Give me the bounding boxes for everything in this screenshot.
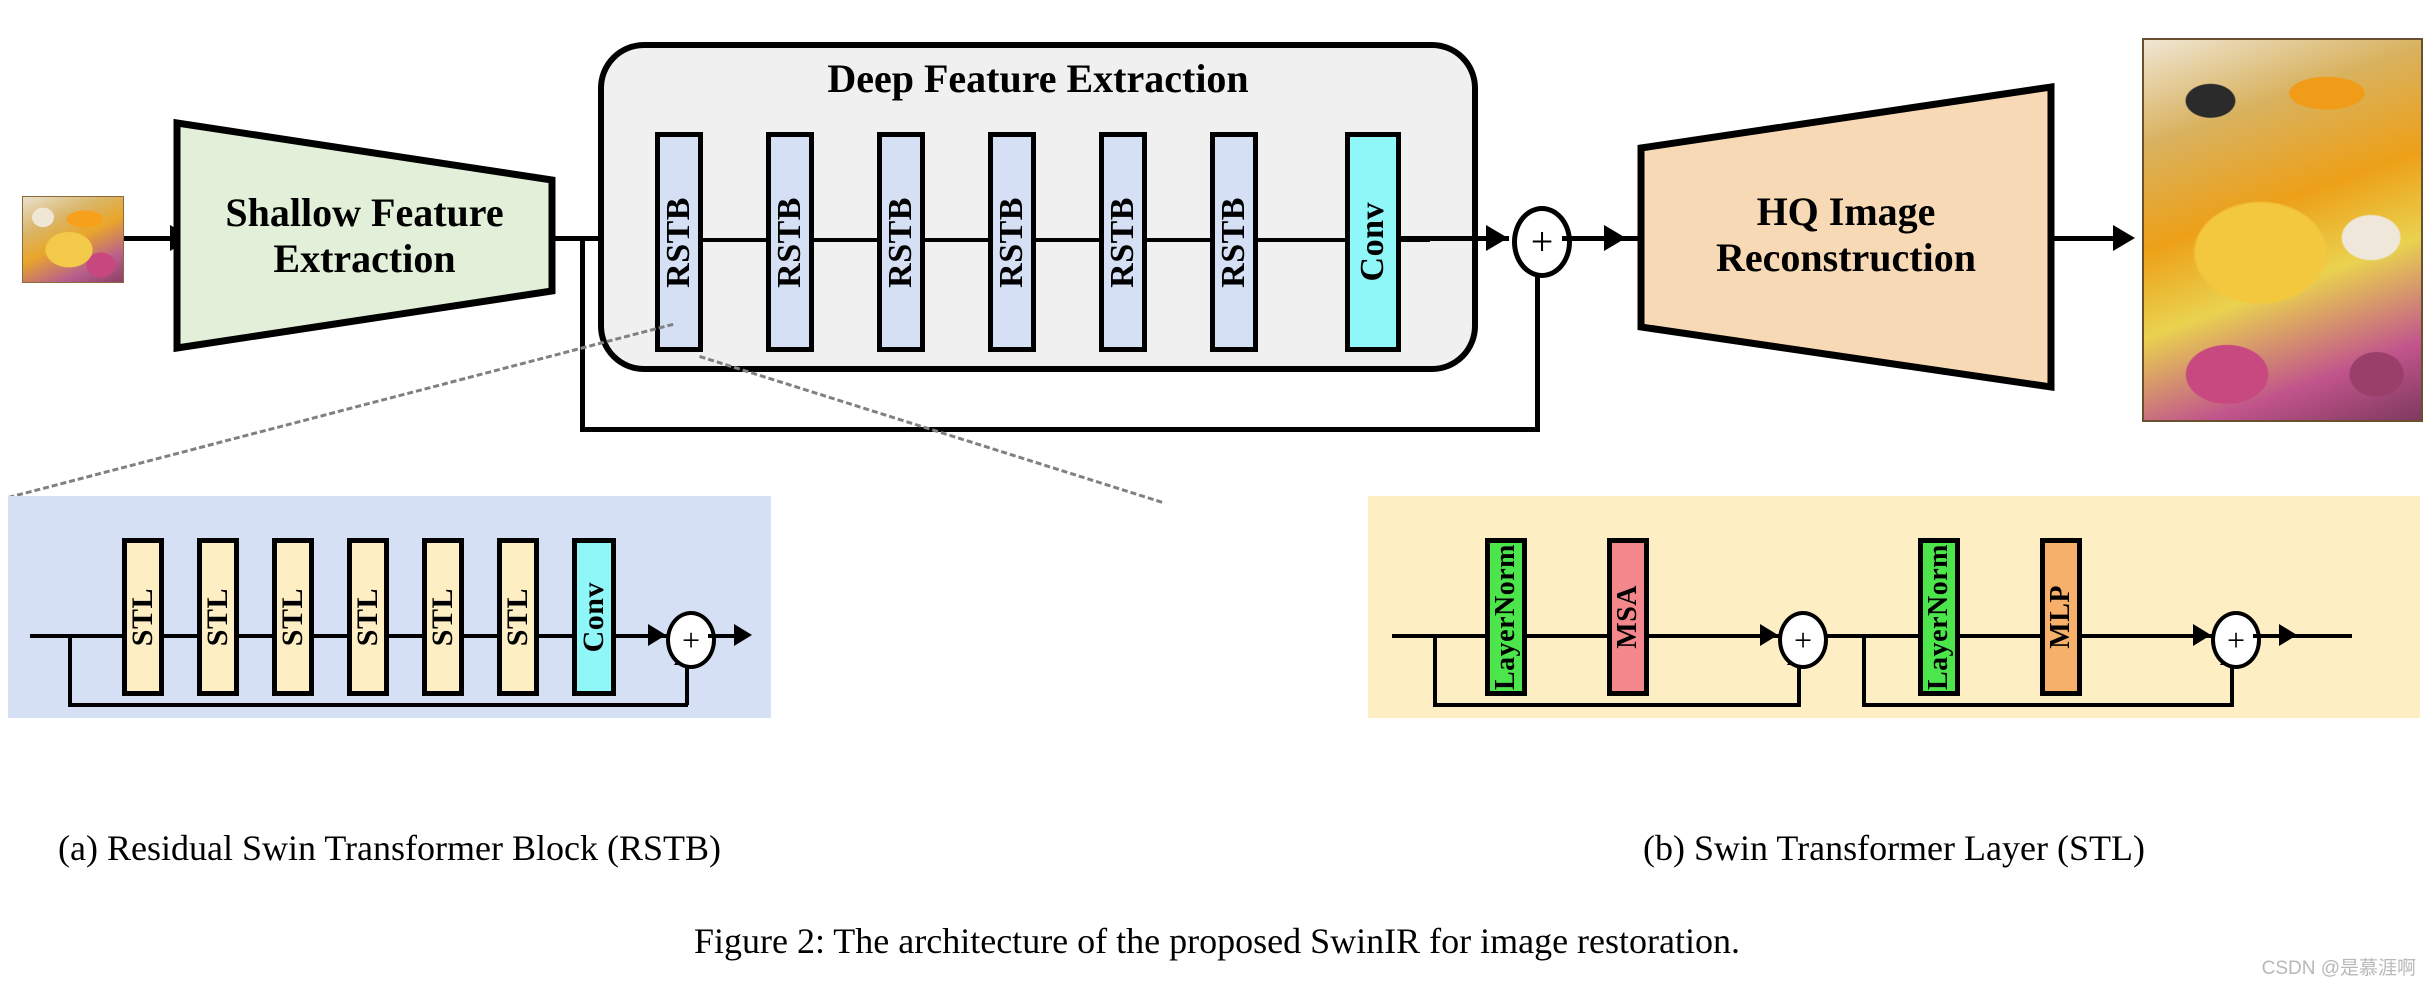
arrowhead-reconstruction-to-output	[2113, 225, 2135, 251]
deep-feature-extraction-title: Deep Feature Extraction	[827, 56, 1249, 101]
deep-block-label: Conv	[1354, 202, 1391, 282]
panel-b-caption: (b) Swin Transformer Layer (STL)	[1643, 828, 2145, 868]
panel-b-block-msa: MSA	[1607, 538, 1649, 696]
panel-a-arrowhead-output	[734, 624, 752, 646]
panel-b-block-label: MLP	[2045, 585, 2076, 649]
add-symbol: +	[681, 622, 701, 658]
panel-a-block-label: STL	[126, 587, 159, 647]
reconstruction-label-line2: Reconstruction	[1716, 235, 1976, 280]
arrowhead-deep-to-add	[1486, 225, 1508, 251]
panel-a-skip-vertical-left	[68, 634, 72, 706]
deep-block-label: RSTB	[771, 196, 808, 288]
panel-b-skip2-vertical-left	[1862, 634, 1866, 706]
add-symbol: +	[1793, 622, 1813, 658]
panel-b-skip2-horizontal	[1862, 703, 2234, 707]
arrow-input-to-shallow	[124, 236, 176, 241]
panel-b-residual-add-2: +	[2211, 611, 2261, 669]
panel-a-block-label: Conv	[577, 581, 610, 653]
figure-canvas: Shallow Feature Extraction Deep Feature …	[0, 0, 2434, 988]
panel-a-block-label: STL	[351, 587, 384, 647]
deep-block-rstb-1: RSTB	[655, 132, 703, 352]
panel-a-block-stl-2: STL	[197, 538, 239, 696]
deep-block-rstb-3: RSTB	[877, 132, 925, 352]
skip-line-horizontal	[580, 427, 1540, 432]
skip-line-vertical-right	[1535, 268, 1540, 431]
shallow-label-line1: Shallow Feature	[225, 189, 504, 235]
line-add-to-reconstruction	[1562, 236, 1642, 241]
panel-a-skip-horizontal	[68, 703, 688, 707]
panel-b-block-mlp: MLP	[2040, 538, 2082, 696]
add-symbol: +	[2226, 622, 2246, 658]
panel-a-block-stl-6: STL	[497, 538, 539, 696]
deep-block-label: RSTB	[1215, 196, 1252, 288]
panel-a-block-label: STL	[426, 587, 459, 647]
deep-block-rstb-6: RSTB	[1210, 132, 1258, 352]
panel-b-block-label: LayerNorm	[1490, 543, 1521, 690]
input-image	[22, 196, 124, 283]
reconstruction-label-line1: HQ Image	[1756, 189, 1936, 234]
deep-block-label: RSTB	[882, 196, 919, 288]
residual-add-main: +	[1512, 206, 1572, 278]
panel-b-residual-add-1: +	[1778, 611, 1828, 669]
panel-a-arrowhead-into-add	[648, 624, 666, 646]
shallow-label-line2: Extraction	[273, 235, 456, 281]
figure-caption: Figure 2: The architecture of the propos…	[693, 921, 1741, 961]
skip-line-vertical-left	[580, 236, 585, 432]
panel-a-caption: (a) Residual Swin Transformer Block (RST…	[58, 828, 721, 868]
watermark: CSDN @是慕涯啊	[2261, 958, 2416, 979]
panel-a-block-stl-4: STL	[347, 538, 389, 696]
add-symbol: +	[1530, 219, 1554, 264]
deep-block-rstb-5: RSTB	[1099, 132, 1147, 352]
deep-block-label: RSTB	[993, 196, 1030, 288]
panel-a-block-label: STL	[501, 587, 534, 647]
deep-block-label: RSTB	[660, 196, 697, 288]
arrowhead-add-to-reconstruction	[1604, 225, 1626, 251]
deep-block-label: RSTB	[1104, 196, 1141, 288]
panel-b-arrowhead-into-add-2	[2193, 624, 2211, 646]
panel-b-arrowhead-into-add-1	[1760, 624, 1778, 646]
panel-b-skip1-horizontal	[1433, 703, 1801, 707]
panel-a-block-label: STL	[201, 587, 234, 647]
shallow-feature-extraction-block: Shallow Feature Extraction	[172, 118, 557, 353]
panel-a-residual-add: +	[666, 611, 716, 669]
panel-a-block-conv: Conv	[572, 538, 616, 696]
output-image	[2142, 38, 2423, 422]
panel-b-block-layernorm-1: LayerNorm	[1485, 538, 1527, 696]
hq-image-reconstruction-block: HQ Image Reconstruction	[1636, 82, 2056, 392]
panel-b-skip1-vertical-left	[1433, 634, 1437, 706]
panel-a-block-stl-1: STL	[122, 538, 164, 696]
panel-b-arrowhead-output	[2279, 624, 2297, 646]
deep-block-rstb-2: RSTB	[766, 132, 814, 352]
deep-block-rstb-4: RSTB	[988, 132, 1036, 352]
panel-b-block-layernorm-2: LayerNorm	[1918, 538, 1960, 696]
panel-b-block-label: LayerNorm	[1923, 543, 1954, 690]
panel-a-block-stl-3: STL	[272, 538, 314, 696]
deep-block-conv: Conv	[1345, 132, 1401, 352]
panel-a-block-label: STL	[276, 587, 309, 647]
panel-a-block-stl-5: STL	[422, 538, 464, 696]
panel-b-block-label: MSA	[1612, 585, 1643, 649]
